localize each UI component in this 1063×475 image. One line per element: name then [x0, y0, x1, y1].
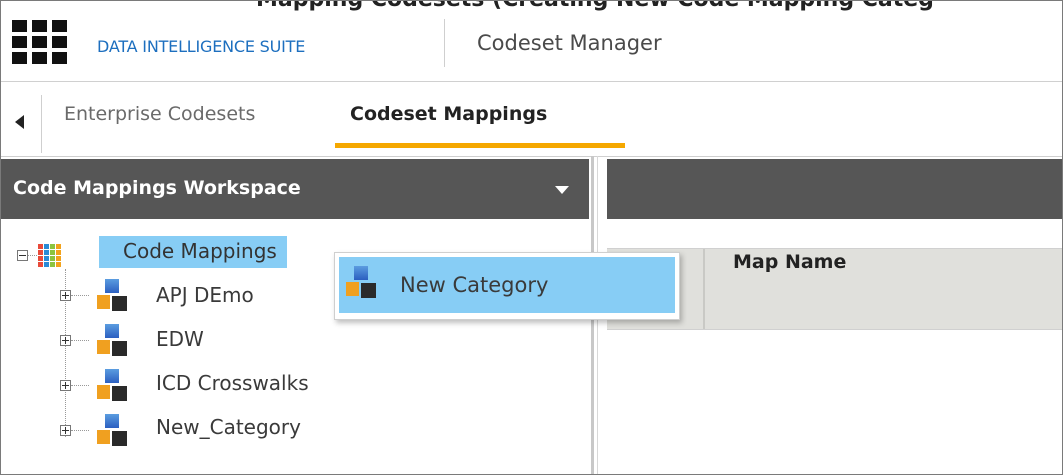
tree-root-code-mappings[interactable]: Code Mappings	[99, 236, 287, 268]
collapse-toggle-icon[interactable]	[17, 250, 28, 261]
column-header-map-name[interactable]: Map Name	[733, 251, 846, 273]
tab-bar: Enterprise Codesets Codeset Mappings	[1, 81, 1062, 157]
tree-connector	[28, 255, 37, 256]
context-menu: New Category	[334, 252, 680, 320]
active-tab-indicator	[335, 143, 625, 148]
app-title: Codeset Manager	[477, 31, 662, 55]
workspace-title: Code Mappings Workspace	[13, 177, 301, 199]
expand-toggle-icon[interactable]	[60, 380, 71, 391]
app-header: DATA INTELLIGENCE SUITE Codeset Manager	[1, 1, 1062, 82]
codeset-manager-window: Mapping Codesets (Creating New Code Mapp…	[0, 0, 1063, 475]
category-icon	[97, 369, 129, 403]
expand-toggle-icon[interactable]	[60, 335, 71, 346]
tree-item-label: New_Category	[156, 415, 301, 439]
category-icon	[97, 324, 129, 358]
workspace-header: Code Mappings Workspace	[1, 159, 589, 219]
grid-toolbar	[607, 159, 1062, 219]
category-icon	[97, 414, 129, 448]
chevron-down-icon[interactable]	[555, 186, 569, 194]
menu-item-new-category[interactable]: New Category	[339, 257, 675, 313]
tab-divider	[41, 95, 42, 153]
category-icon	[346, 266, 378, 300]
header-divider	[444, 19, 445, 67]
tree-connector	[71, 295, 89, 296]
tree-item-label: APJ DEmo	[156, 283, 254, 307]
tree-connector	[71, 430, 89, 431]
expand-toggle-icon[interactable]	[60, 425, 71, 436]
app-launcher-icon[interactable]	[12, 20, 68, 68]
code-mappings-icon	[38, 244, 62, 268]
menu-item-label: New Category	[400, 273, 549, 297]
tree-connector	[71, 340, 89, 341]
tree-connector	[71, 385, 89, 386]
tree-item-label: ICD Crosswalks	[156, 371, 309, 395]
tab-enterprise-codesets[interactable]: Enterprise Codesets	[64, 103, 255, 125]
category-icon	[97, 279, 129, 313]
tree-item-label: EDW	[156, 327, 204, 351]
collapse-left-icon[interactable]	[15, 115, 24, 129]
tab-codeset-mappings[interactable]: Codeset Mappings	[350, 103, 547, 125]
column-separator[interactable]	[703, 249, 705, 329]
suite-title[interactable]: DATA INTELLIGENCE SUITE	[97, 37, 305, 56]
expand-toggle-icon[interactable]	[60, 290, 71, 301]
